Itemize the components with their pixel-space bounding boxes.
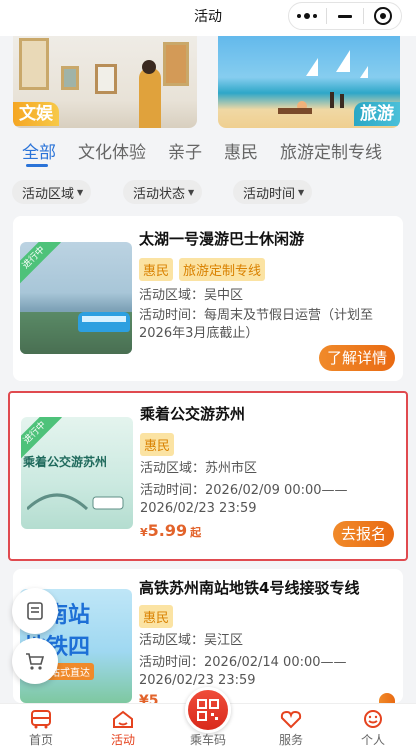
card-area: 活动区域：苏州市区 (140, 461, 258, 476)
activity-thumbnail: 乘着公交游苏州 进行中 (21, 417, 133, 529)
list-icon (27, 602, 43, 620)
close-capsule-button[interactable] (364, 3, 401, 29)
card-badges: 惠民 旅游定制专线 (139, 258, 266, 281)
caret-down-icon: ▼ (77, 187, 84, 197)
painting-image (163, 42, 189, 86)
minimize-icon (338, 14, 352, 18)
home-activity-icon (113, 710, 133, 728)
filter-time[interactable]: 活动时间 ▼ (233, 180, 313, 204)
more-dots-icon (297, 13, 318, 19)
painting-image (95, 64, 117, 94)
tab-family[interactable]: 亲子 (168, 138, 202, 163)
caret-down-icon: ▼ (298, 187, 305, 197)
card-time-line2: 2026/02/23 23:59 (139, 673, 256, 688)
nav-activity[interactable]: 活动 (88, 704, 158, 750)
card-badges: 惠民 (140, 433, 175, 456)
details-button[interactable]: 了解详情 (318, 345, 395, 371)
active-tab-indicator (26, 164, 48, 167)
signup-button[interactable]: 去报名 (332, 521, 394, 547)
filter-label: 活动区域 (22, 186, 75, 202)
price-suffix: 起 (190, 526, 202, 539)
tab-all[interactable]: 全部 (22, 138, 56, 163)
nav-label: 服务 (278, 733, 303, 747)
tab-culture[interactable]: 文化体验 (78, 138, 146, 163)
card-area: 活动区域：吴中区 (139, 288, 244, 303)
price-value: 5.99 (147, 521, 188, 540)
tab-benefit[interactable]: 惠民 (224, 138, 258, 163)
person-icon (364, 710, 382, 728)
card-area: 活动区域：吴江区 (139, 633, 244, 648)
card-time-line1: 活动时间：2026/02/14 00:00—— (139, 655, 347, 670)
action-button-partial[interactable] (379, 693, 395, 703)
card-time-line2: 2026/02/23 23:59 (140, 501, 257, 516)
banner-entertainment[interactable]: 文娱 (13, 36, 197, 128)
filter-label: 活动状态 (133, 186, 186, 202)
tag-badge: 惠民 (139, 258, 174, 281)
nav-label: 个人 (360, 733, 385, 747)
tag-badge: 惠民 (139, 605, 174, 628)
activity-card[interactable]: 乘着公交游苏州 进行中 乘着公交游苏州 惠民 活动区域：苏州市区 活动时间：20… (8, 391, 408, 561)
filter-label: 活动时间 (243, 186, 296, 202)
nav-label: 乘车码 (189, 733, 226, 747)
tag-badge: 惠民 (140, 433, 175, 456)
activity-card[interactable]: 州南站 地铁四 一站式直达 高铁苏州南站地铁4号线接驳专线 惠民 活动区域：吴江… (13, 569, 403, 709)
nav-label: 活动 (110, 733, 135, 747)
card-badges: 惠民 (139, 605, 174, 628)
close-target-icon (373, 7, 392, 25)
card-title: 太湖一号漫游巴士休闲游 (139, 230, 305, 248)
order-list-button[interactable] (12, 588, 58, 634)
nav-service[interactable]: 服务 (256, 704, 326, 750)
more-button[interactable] (289, 3, 326, 29)
cart-button[interactable] (12, 638, 58, 684)
card-time-line2: 2026年3月底截止） (139, 326, 259, 341)
bridge-illustration (27, 493, 124, 511)
banner-tag: 文娱 (13, 102, 59, 126)
nav-label: 首页 (28, 733, 53, 747)
card-title: 乘着公交游苏州 (140, 405, 246, 423)
status-ribbon: 进行中 (20, 242, 61, 285)
category-tabs: 全部 文化体验 亲子 惠民 旅游定制专线 (22, 138, 404, 163)
bus-image (78, 312, 130, 332)
activity-thumbnail: 进行中 (20, 242, 132, 354)
ride-code-button[interactable] (185, 687, 231, 733)
banner-travel[interactable]: 旅游 (218, 36, 400, 128)
card-time-line1: 活动时间：2026/02/09 00:00—— (140, 483, 348, 498)
heart-service-icon (280, 710, 302, 729)
filter-area[interactable]: 活动区域 ▼ (12, 180, 92, 204)
tag-badge: 旅游定制专线 (179, 258, 266, 281)
card-title: 高铁苏州南站地铁4号线接驳专线 (139, 579, 360, 597)
qr-code-icon (197, 699, 219, 721)
mini-program-capsule (288, 2, 402, 30)
price-currency: ¥ (140, 526, 148, 539)
nav-profile[interactable]: 个人 (338, 704, 408, 750)
painting-image (19, 38, 49, 90)
price: ¥5.99 起 (140, 521, 201, 540)
cart-icon (26, 653, 45, 670)
painting-image (61, 66, 79, 90)
visitor-figure (139, 68, 161, 128)
activity-card[interactable]: 进行中 太湖一号漫游巴士休闲游 惠民 旅游定制专线 活动区域：吴中区 活动时间：… (13, 216, 403, 381)
visitor-head (142, 60, 156, 74)
bus-icon (31, 710, 51, 729)
thumb-caption: 乘着公交游苏州 (23, 455, 108, 469)
nav-home[interactable]: 首页 (6, 704, 76, 750)
minimize-button[interactable] (327, 3, 364, 29)
banner-tag: 旅游 (354, 102, 400, 126)
tab-custom-route[interactable]: 旅游定制专线 (280, 138, 382, 163)
caret-down-icon: ▼ (188, 187, 195, 197)
filter-status[interactable]: 活动状态 ▼ (123, 180, 203, 204)
title-bar: 活动 (0, 0, 416, 36)
card-time-line1: 活动时间：每周末及节假日运营（计划至 (139, 308, 374, 323)
